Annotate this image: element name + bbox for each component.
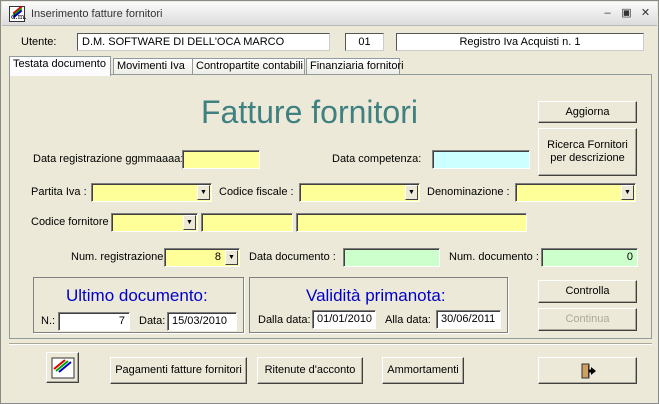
data-competenza-input[interactable] [432,150,530,169]
ultimo-documento-title: Ultimo documento: [66,286,208,305]
dm-logo-button[interactable] [46,352,79,383]
page-title: Fatture fornitori [201,94,418,130]
company-code-field: 01 [345,33,384,51]
title-bar[interactable]: d.m. Inserimento fatture fornitori – ▣ ✕ [2,2,657,26]
ultimo-data-label: Data: [139,315,166,327]
ultimo-n-label: N.: [41,315,56,327]
ultimo-n-field: 7 [58,312,130,331]
aggiorna-button[interactable]: Aggiorna [538,101,637,123]
pagamenti-fatture-button[interactable]: Pagamenti fatture fornitori [110,357,247,384]
data-documento-label: Data documento : [249,251,336,263]
maximize-icon[interactable]: ▣ [620,7,633,20]
dropdown-arrow-icon[interactable]: ▼ [183,215,196,230]
data-registrazione-label: Data registrazione ggmmaaaa: [33,153,184,165]
codice-fornitore-extra-field[interactable] [201,213,293,232]
validita-primanota-title: Validità primanota: [306,286,446,305]
fornitore-descrizione-field[interactable] [296,213,527,232]
codice-fornitore-label: Codice fornitore [31,216,109,228]
exit-door-icon [581,363,596,378]
close-icon[interactable]: ✕ [639,7,652,20]
dropdown-arrow-icon[interactable]: ▼ [197,185,210,200]
dropdown-arrow-icon[interactable]: ▼ [405,185,418,200]
dm-logo-icon [51,357,74,378]
tab-movimenti-iva[interactable]: Movimenti Iva [113,58,194,75]
user-name-field: D.M. SOFTWARE DI DELL'OCA MARCO [77,33,330,51]
ultimo-data-field: 15/03/2010 [167,312,237,331]
data-documento-input[interactable] [343,248,440,267]
partita-iva-label: Partita Iva : [31,186,87,198]
denominazione-label: Denominazione : [427,186,510,198]
codice-fornitore-combo[interactable]: ▼ [111,213,198,232]
ricerca-fornitori-button[interactable]: Ricerca Fornitori per descrizione [538,128,637,176]
ammortamenti-button[interactable]: Ammortamenti [382,357,464,384]
window-title: Inserimento fatture fornitori [31,8,163,20]
dropdown-arrow-icon[interactable]: ▼ [225,250,238,265]
num-registrazione-combo[interactable]: 8 ▼ [164,248,240,267]
data-competenza-label: Data competenza: [332,153,422,165]
num-documento-input[interactable]: 0 [541,248,638,267]
exit-button[interactable] [538,357,637,384]
register-field: Registro Iva Acquisti n. 1 [396,33,644,51]
alla-data-label: Alla data: [385,314,431,326]
tab-contropartite-contabili[interactable]: Contropartite contabili [192,58,305,75]
minimize-icon[interactable]: – [601,7,614,20]
continua-button[interactable]: Continua [538,308,637,331]
tab-finanziaria-fornitori[interactable]: Finanziaria fornitori [306,58,404,75]
ritenute-acconto-button[interactable]: Ritenute d'acconto [257,357,363,384]
user-label: Utente: [21,36,57,48]
codice-fiscale-combo[interactable]: ▼ [299,183,420,202]
main-window: d.m. Inserimento fatture fornitori – ▣ ✕… [0,0,659,404]
data-registrazione-input[interactable] [182,150,260,169]
tab-testata-documento[interactable]: Testata documento [9,56,111,76]
denominazione-combo[interactable]: ▼ [515,183,636,202]
dalla-data-field: 01/01/2010 [312,310,376,329]
app-logo-icon: d.m. [9,5,27,22]
num-documento-label: Num. documento : [449,251,539,263]
codice-fiscale-label: Codice fiscale : [219,186,294,198]
num-registrazione-label: Num. registrazione: [71,251,167,263]
controlla-button[interactable]: Controlla [538,280,637,303]
footer-separator [9,343,652,345]
dalla-data-label: Dalla data: [258,314,311,326]
alla-data-field: 30/06/2011 [436,310,501,329]
num-registrazione-value: 8 [214,251,221,263]
partita-iva-combo[interactable]: ▼ [91,183,212,202]
dropdown-arrow-icon[interactable]: ▼ [621,185,634,200]
